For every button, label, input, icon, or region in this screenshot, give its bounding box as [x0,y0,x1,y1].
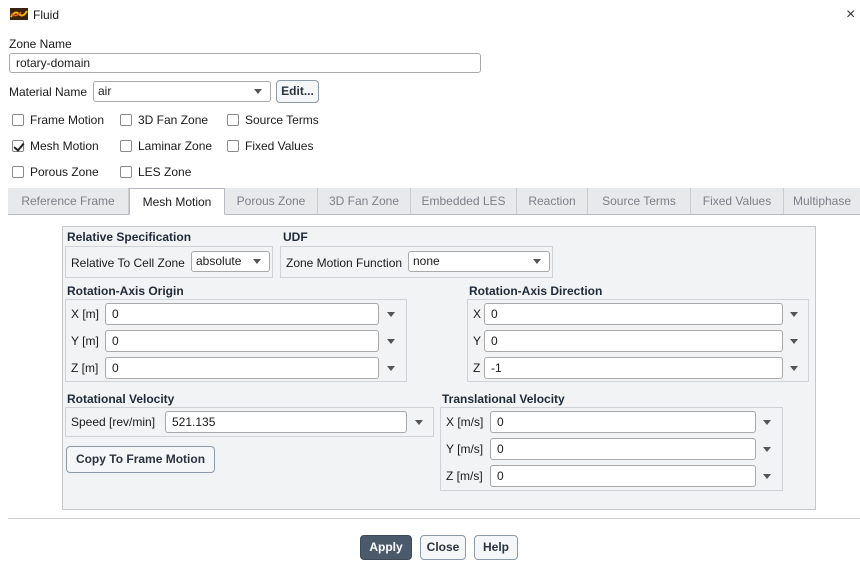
direction-x-label: X [473,307,482,321]
tab-embedded-les[interactable]: Embedded LES [411,188,517,214]
mesh-motion-checkbox[interactable] [12,140,24,152]
axis-direction-heading: Rotation-Axis Direction [469,284,603,298]
edit-material-button[interactable]: Edit... [276,80,319,103]
tab-multiphase[interactable]: Multiphase [784,188,860,214]
title-bar [0,0,860,32]
window-title: Fluid [33,8,60,22]
apply-button[interactable]: Apply [360,535,412,560]
chevron-down-icon[interactable] [790,366,798,371]
copy-to-frame-motion-button[interactable]: Copy To Frame Motion [66,446,215,473]
trans-z-label: Z [m/s] [446,469,483,483]
help-button[interactable]: Help [474,535,518,560]
chevron-down-icon[interactable] [790,339,798,344]
relative-to-cell-zone-value: absolute [196,254,242,268]
fixed-values-label: Fixed Values [245,139,314,153]
laminar-zone-label: Laminar Zone [138,139,213,153]
speed-input[interactable]: 521.135 [165,411,407,433]
fan-zone-checkbox[interactable] [120,114,132,126]
material-name-label: Material Name [9,85,88,99]
frame-motion-label: Frame Motion [30,113,105,127]
bottom-separator [8,518,860,519]
relative-to-cell-zone-label: Relative To Cell Zone [71,256,185,270]
mesh-motion-label: Mesh Motion [30,139,99,153]
origin-z-label: Z [m] [71,361,99,375]
fixed-values-checkbox[interactable] [227,140,239,152]
tab-reference-frame[interactable]: Reference Frame [8,188,129,214]
trans-x-label: X [m/s] [446,415,484,429]
zone-motion-function-label: Zone Motion Function [286,256,403,270]
chevron-down-icon [253,259,261,264]
source-terms-label: Source Terms [245,113,319,127]
porous-zone-label: Porous Zone [30,165,99,179]
trans-x-input[interactable]: 0 [490,411,756,433]
material-select-value: air [98,84,112,98]
zone-motion-function-select[interactable]: none [408,251,550,272]
origin-x-input[interactable]: 0 [105,303,379,325]
relative-to-cell-zone-select[interactable]: absolute [191,251,270,272]
direction-x-input[interactable]: 0 [484,303,783,325]
chevron-down-icon [533,259,541,264]
trans-z-input[interactable]: 0 [490,465,756,487]
zone-name-label: Zone Name [9,37,72,51]
tab-porous-zone[interactable]: Porous Zone [225,188,318,214]
relative-spec-heading: Relative Specification [67,230,192,244]
chevron-down-icon[interactable] [763,474,771,479]
origin-z-input[interactable]: 0 [105,357,379,379]
trans-y-label: Y [m/s] [446,442,484,456]
porous-zone-checkbox[interactable] [12,166,24,178]
tab-reaction[interactable]: Reaction [517,188,588,214]
chevron-down-icon[interactable] [415,420,423,425]
rotational-velocity-heading: Rotational Velocity [67,392,175,406]
les-zone-label: LES Zone [138,165,192,179]
fan-zone-label: 3D Fan Zone [138,113,209,127]
direction-z-input[interactable]: -1 [484,357,783,379]
chevron-down-icon[interactable] [387,339,395,344]
laminar-zone-checkbox[interactable] [120,140,132,152]
chevron-down-icon[interactable] [387,312,395,317]
zone-name-input[interactable]: rotary-domain [9,53,481,73]
axis-origin-heading: Rotation-Axis Origin [67,284,184,298]
tab-fixed-values[interactable]: Fixed Values [691,188,784,214]
direction-y-label: Y [473,334,482,348]
translational-velocity-heading: Translational Velocity [442,392,565,406]
trans-y-input[interactable]: 0 [490,438,756,460]
tab-source-terms[interactable]: Source Terms [588,188,691,214]
origin-y-label: Y [m] [71,334,99,348]
udf-heading: UDF [283,230,308,244]
tab-bar: Reference Frame Mesh Motion Porous Zone … [8,188,860,215]
chevron-down-icon[interactable] [763,420,771,425]
origin-y-input[interactable]: 0 [105,330,379,352]
tab-3d-fan-zone[interactable]: 3D Fan Zone [318,188,411,214]
direction-y-input[interactable]: 0 [484,330,783,352]
direction-z-label: Z [473,361,481,375]
close-button[interactable]: Close [420,535,466,560]
speed-label: Speed [rev/min] [71,415,156,429]
zone-motion-function-value: none [413,254,440,268]
frame-motion-checkbox[interactable] [12,114,24,126]
tab-mesh-motion[interactable]: Mesh Motion [129,188,225,215]
chevron-down-icon[interactable] [790,312,798,317]
chevron-down-icon[interactable] [387,366,395,371]
material-select[interactable]: air [93,81,271,102]
close-icon[interactable]: × [846,6,855,24]
chevron-down-icon [254,89,262,94]
les-zone-checkbox[interactable] [120,166,132,178]
chevron-down-icon[interactable] [763,447,771,452]
origin-x-label: X [m] [71,307,100,321]
source-terms-checkbox[interactable] [227,114,239,126]
fluent-app-icon [10,8,28,20]
